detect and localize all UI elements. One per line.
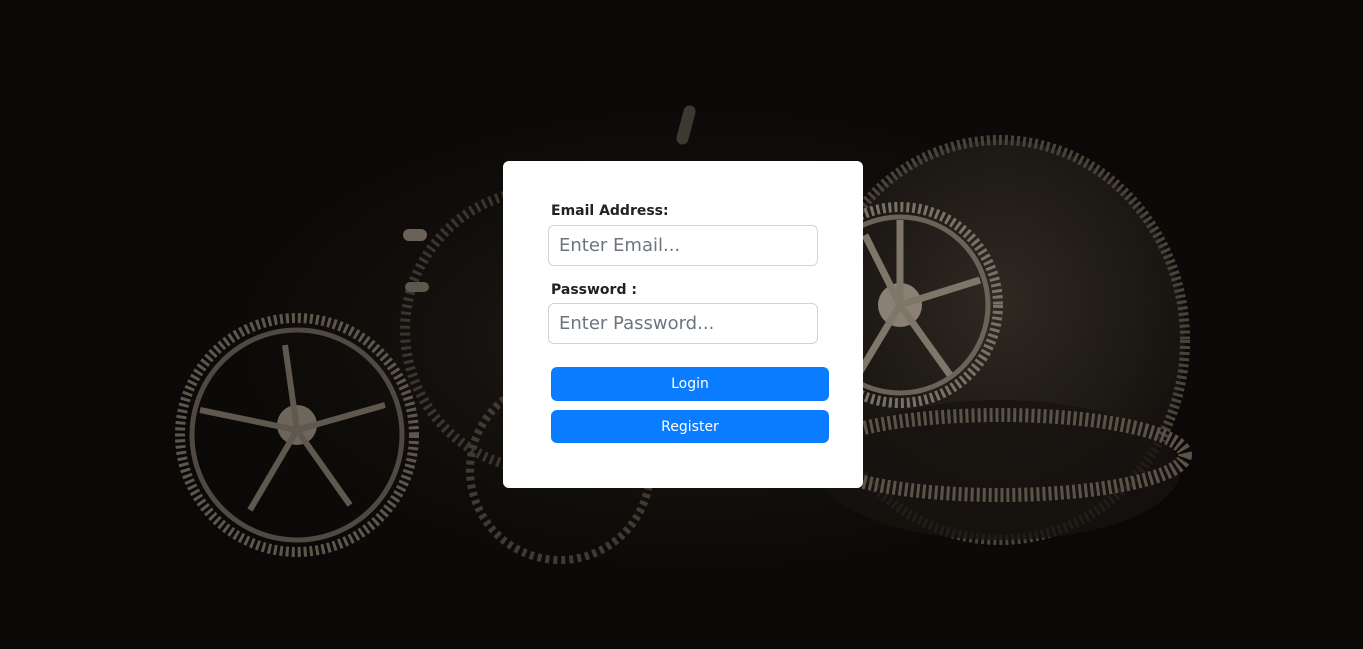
login-button[interactable]: Login <box>551 367 829 401</box>
register-button[interactable]: Register <box>551 410 829 443</box>
email-field[interactable] <box>548 225 818 266</box>
email-label: Email Address: <box>551 203 669 219</box>
password-field[interactable] <box>548 303 818 344</box>
password-label: Password : <box>551 282 637 298</box>
login-card: Email Address: Password : Login Register <box>503 161 863 488</box>
